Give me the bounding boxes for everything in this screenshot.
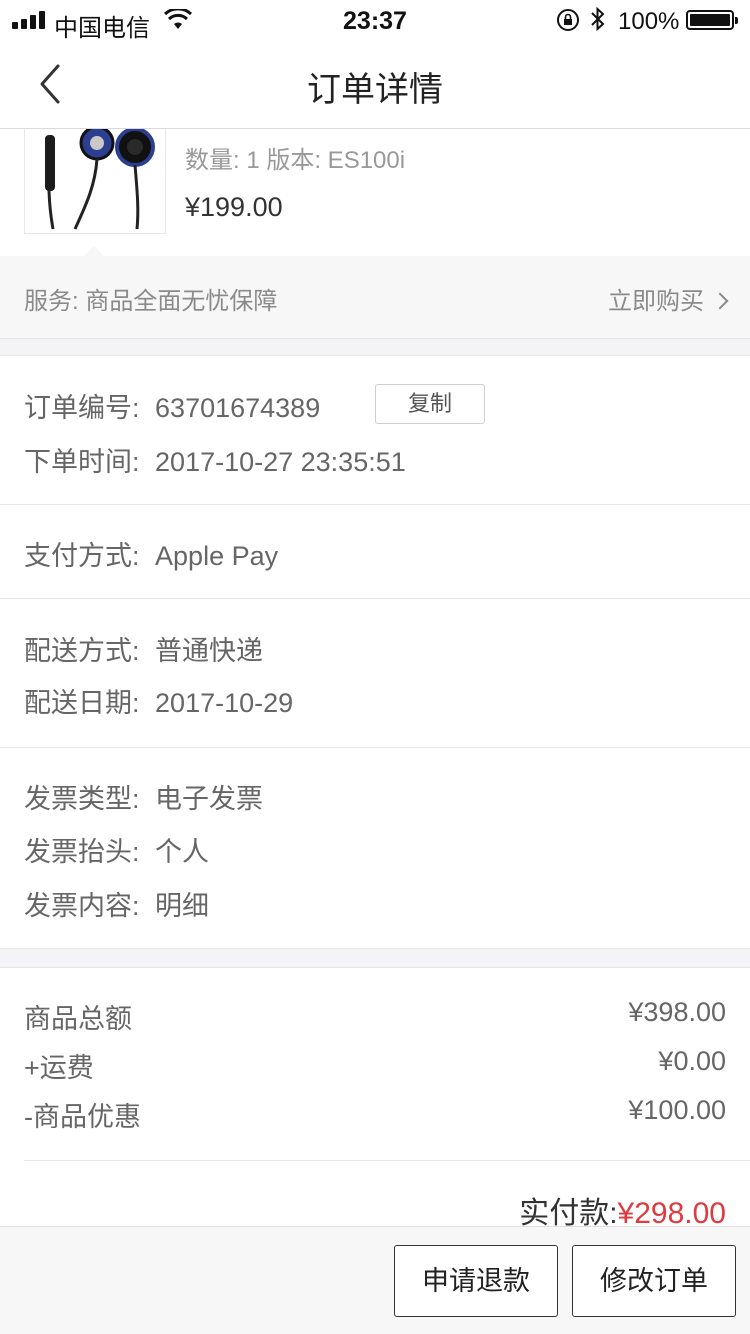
invoice-title-row: 发票抬头: 个人: [24, 830, 209, 869]
shipping-label: +运费: [24, 1053, 94, 1083]
payment-value: Apple Pay: [155, 541, 279, 571]
discount-row: -商品优惠 ¥100.00: [24, 1095, 726, 1134]
order-number-row: 订单编号: 63701674389: [24, 386, 320, 425]
service-row: 服务: 商品全面无忧保障 立即购买: [0, 246, 750, 338]
section-gap: [0, 338, 750, 356]
status-bar: 中国电信 23:37 100%: [0, 0, 750, 42]
shipping-row: +运费 ¥0.00: [24, 1046, 726, 1085]
earphones-image: [45, 128, 155, 230]
delivery-method-label: 配送方式:: [24, 636, 140, 666]
invoice-content-label: 发票内容:: [24, 891, 140, 921]
battery-percent: 100%: [618, 8, 680, 35]
order-time: 2017-10-27 23:35:51: [155, 447, 406, 477]
product-spec: 数量: 1 版本: ES100i: [185, 147, 406, 174]
discount-label: -商品优惠: [24, 1102, 141, 1132]
invoice-content-row: 发票内容: 明细: [24, 884, 209, 923]
invoice-type-row: 发票类型: 电子发票: [24, 777, 263, 816]
bluetooth-icon: [590, 6, 606, 39]
goods-total-amount: ¥398.00: [628, 997, 726, 1027]
rotation-lock-icon: [557, 9, 579, 31]
delivery-method: 普通快递: [155, 636, 264, 666]
section-gap: [0, 948, 750, 968]
chevron-right-icon: [711, 292, 729, 310]
divider: [0, 504, 750, 505]
shipping-amount: ¥0.00: [658, 1046, 726, 1076]
divider: [0, 598, 750, 599]
goods-total-row: 商品总额 ¥398.00: [24, 997, 726, 1036]
order-time-row: 下单时间: 2017-10-27 23:35:51: [24, 440, 406, 479]
discount-amount: ¥100.00: [628, 1095, 726, 1125]
page-title: 订单详情: [307, 71, 443, 109]
battery-icon: [686, 10, 738, 30]
invoice-title: 个人: [155, 837, 210, 867]
invoice-title-label: 发票抬头:: [24, 837, 140, 867]
service-label: 服务: 商品全面无忧保障: [24, 288, 278, 315]
copy-button[interactable]: 复制: [375, 384, 485, 424]
refund-button[interactable]: 申请退款: [394, 1245, 558, 1317]
product-thumbnail[interactable]: [24, 128, 166, 234]
order-number-label: 订单编号:: [24, 393, 140, 423]
delivery-method-row: 配送方式: 普通快递: [24, 629, 263, 668]
payment-row: 支付方式: Apple Pay: [24, 534, 278, 573]
delivery-date-row: 配送日期: 2017-10-29: [24, 681, 293, 720]
delivery-date-label: 配送日期:: [24, 688, 140, 718]
pointer-caret: [84, 246, 104, 256]
buy-now-link[interactable]: 立即购买: [608, 281, 729, 316]
modify-order-button[interactable]: 修改订单: [572, 1245, 736, 1317]
nav-bar: 订单详情: [0, 40, 750, 129]
goods-total-label: 商品总额: [24, 1004, 132, 1034]
product-price: ¥199.00: [185, 192, 283, 222]
product-item[interactable]: 数量: 1 版本: ES100i ¥199.00: [0, 128, 750, 256]
invoice-content: 明细: [155, 891, 210, 921]
bottom-action-bar: 申请退款 修改订单: [0, 1226, 750, 1334]
divider: [24, 1160, 750, 1161]
order-number: 63701674389: [155, 393, 321, 423]
order-time-label: 下单时间:: [24, 447, 140, 477]
invoice-type-label: 发票类型:: [24, 784, 140, 814]
payment-label: 支付方式:: [24, 541, 140, 571]
buy-now-label: 立即购买: [608, 288, 704, 315]
divider: [0, 747, 750, 748]
delivery-date: 2017-10-29: [155, 688, 294, 718]
invoice-type: 电子发票: [155, 784, 264, 814]
